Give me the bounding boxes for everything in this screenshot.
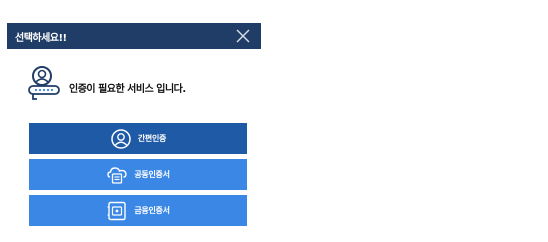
joint-certificate-button[interactable]: 공동인증서 xyxy=(29,159,247,190)
simple-auth-button[interactable]: 간편인증 xyxy=(29,123,247,154)
person-certificate-icon xyxy=(28,66,60,100)
close-icon[interactable] xyxy=(235,28,251,44)
finance-certificate-icon xyxy=(107,201,127,220)
auth-notice: 인증이 필요한 서비스 입니다. xyxy=(25,63,255,103)
simple-auth-label: 간편인증 xyxy=(137,134,167,143)
dialog-titlebar: 선택하세요!! xyxy=(7,23,261,49)
joint-certificate-label: 공동인증서 xyxy=(134,170,170,179)
finance-certificate-button[interactable]: 금융인증서 xyxy=(29,195,247,226)
finance-certificate-label: 금융인증서 xyxy=(134,206,170,215)
notice-text: 인증이 필요한 서비스 입니다. xyxy=(69,84,186,95)
dialog-title: 선택하세요!! xyxy=(15,33,67,44)
cloud-certificate-icon xyxy=(107,166,128,184)
person-circle-icon xyxy=(111,128,131,149)
auth-select-dialog: 선택하세요!! 인증이 필요한 서비스 입니다. 간편인증 공동인증서 금융인증… xyxy=(7,23,261,235)
